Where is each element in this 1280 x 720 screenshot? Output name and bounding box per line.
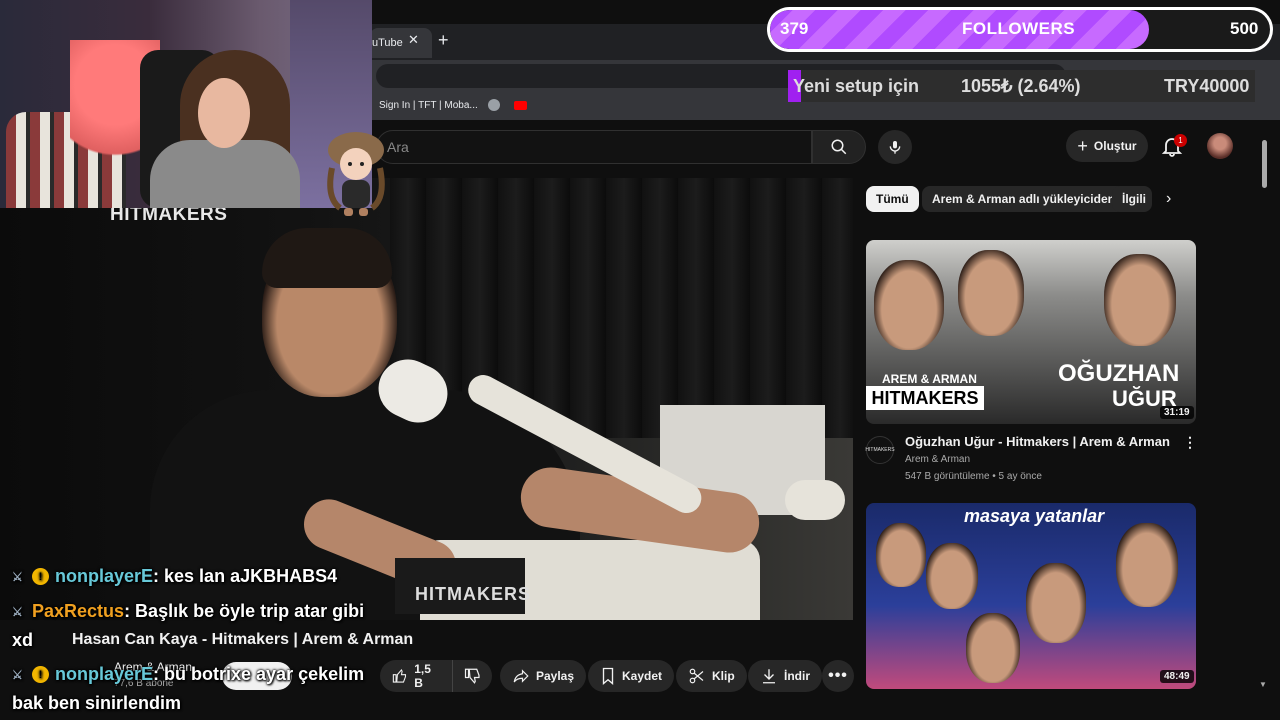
streamer-face <box>198 78 250 148</box>
thumbnail-face <box>958 250 1024 336</box>
save-button[interactable]: Kaydet <box>588 660 675 692</box>
more-horizontal-icon: ••• <box>828 667 848 684</box>
chat-username: nonplayerE <box>55 566 154 586</box>
bookmark-item[interactable]: Sign In | TFT | Moba... <box>379 100 478 111</box>
clip-label: Klip <box>712 669 735 683</box>
download-label: İndir <box>784 669 810 683</box>
thumbs-down-icon <box>464 668 480 684</box>
chat-text: : kes lan aJKBHABS4 <box>153 566 338 586</box>
thumbs-up-icon <box>392 668 407 683</box>
thumbnail-text: AREM & ARMAN <box>882 372 977 386</box>
chevron-right-icon[interactable]: › <box>1166 190 1171 208</box>
microphone-icon <box>889 141 901 154</box>
chat-message: xd <box>12 630 33 651</box>
create-label: Oluştur <box>1093 139 1137 153</box>
chat-text: xd <box>12 630 34 650</box>
chat-message: ⚔ ! nonplayerE : bu botrixe ayar çekelim <box>12 664 364 685</box>
mod-badge-icon: ⚔ <box>12 604 23 619</box>
video-duration: 48:49 <box>1160 670 1194 683</box>
voice-search-button[interactable] <box>878 130 912 164</box>
chat-message: bak ben sinirlendim <box>12 693 181 714</box>
chat-text: : Başlık be öyle trip atar gibi <box>124 601 365 621</box>
followers-label: FOLLOWERS <box>962 19 1076 38</box>
kebab-menu-icon[interactable]: ⋮ <box>1183 434 1197 451</box>
tab-title: uTube <box>372 37 403 49</box>
followers-current: 379 <box>780 19 809 38</box>
donation-goal-label: Yeni setup için <box>793 76 920 96</box>
search-placeholder: Ara <box>387 139 409 155</box>
streamer-body <box>150 140 300 208</box>
share-label: Paylaş <box>536 669 575 683</box>
thumbnail-face <box>874 260 944 350</box>
page-scrollbar[interactable] <box>1260 140 1268 690</box>
chat-text: bak ben sinirlendim <box>12 693 182 713</box>
thumbnail-text: HITMAKERS <box>866 386 984 410</box>
gold-badge-icon: ! <box>32 568 49 585</box>
scroll-down-icon[interactable]: ▼ <box>1259 680 1267 689</box>
gold-badge-icon: ! <box>32 666 49 683</box>
scissors-icon <box>689 668 704 684</box>
globe-icon[interactable] <box>488 99 500 111</box>
search-input[interactable]: Ara <box>376 130 812 164</box>
search-button[interactable] <box>812 130 866 164</box>
chat-message: ⚔ ! nonplayerE : kes lan aJKBHABS4 <box>12 566 337 587</box>
video-card-channel[interactable]: Arem & Arman <box>905 454 970 465</box>
doll-sticker-icon <box>327 132 385 216</box>
donation-goal-target: TRY40000 <box>1164 76 1250 96</box>
account-avatar[interactable] <box>1207 133 1233 159</box>
chat-text: : bu botrixe ayar çekelim <box>153 664 365 684</box>
youtube-bookmark-icon[interactable] <box>514 101 527 110</box>
scrollbar-thumb[interactable] <box>1262 140 1267 188</box>
video-thumbnail[interactable] <box>866 503 1196 689</box>
chip-from-uploader[interactable]: Arem & Arman adlı yükleyiciden <box>922 186 1125 212</box>
channel-avatar[interactable]: HITMAKERS <box>865 436 895 464</box>
thumbnail-face <box>876 523 926 587</box>
download-button[interactable]: İndir <box>748 660 822 692</box>
more-actions-button[interactable]: ••• <box>822 660 854 692</box>
video-person-hair <box>262 228 392 288</box>
thumbnail-text: masaya yatanlar <box>964 506 1105 526</box>
video-card-meta: 547 B görüntüleme • 5 ay önce <box>905 471 1042 482</box>
thumbnail-face <box>1104 254 1176 346</box>
share-button[interactable]: Paylaş <box>500 660 587 692</box>
thumbnail-face <box>926 543 978 609</box>
donation-goal-amount: 1055₺ (2.64%) <box>961 76 1081 96</box>
thumbnail-face <box>1026 563 1086 643</box>
chip-related[interactable]: İlgili <box>1112 186 1152 212</box>
chair-logo: HITMAKERS <box>415 584 531 604</box>
like-count: 1,5 B <box>414 662 431 690</box>
notification-badge: 1 <box>1174 134 1187 147</box>
thumbnail-face <box>1116 523 1178 607</box>
chat-message: ⚔ PaxRectus : Başlık be öyle trip atar g… <box>12 601 364 622</box>
share-icon <box>513 669 529 683</box>
search-icon <box>831 139 847 155</box>
chip-all[interactable]: Tümü <box>866 186 919 212</box>
plus-icon: + <box>1077 135 1088 156</box>
video-title: Hasan Can Kaya - Hitmakers | Arem & Arma… <box>72 631 414 648</box>
followers-goal-fill <box>770 10 1149 49</box>
tab-close-icon[interactable]: ✕ <box>408 32 419 48</box>
create-button[interactable]: + Oluştur <box>1066 130 1148 162</box>
dislike-button[interactable] <box>452 660 492 692</box>
video-microphone <box>785 480 845 520</box>
video-duration: 31:19 <box>1160 406 1194 419</box>
download-icon <box>763 669 775 684</box>
mod-badge-icon: ⚔ <box>12 569 23 584</box>
chat-username: PaxRectus <box>32 601 125 621</box>
bookmark-icon <box>602 667 614 685</box>
new-tab-button[interactable]: + <box>438 30 449 51</box>
thumbnail-text: OĞUZHAN <box>1058 360 1180 387</box>
save-label: Kaydet <box>622 669 663 683</box>
video-card-title[interactable]: Oğuzhan Uğur - Hitmakers | Arem & Arman <box>905 434 1170 449</box>
clip-button[interactable]: Klip <box>676 660 747 692</box>
mod-badge-icon: ⚔ <box>12 667 23 682</box>
like-button[interactable]: 1,5 B <box>380 660 452 692</box>
streamer-webcam <box>0 0 372 208</box>
chat-username: nonplayerE <box>55 664 154 684</box>
thumbnail-face <box>966 613 1020 683</box>
browser-tab[interactable]: uTube <box>370 28 432 58</box>
followers-target: 500 <box>1230 19 1259 38</box>
